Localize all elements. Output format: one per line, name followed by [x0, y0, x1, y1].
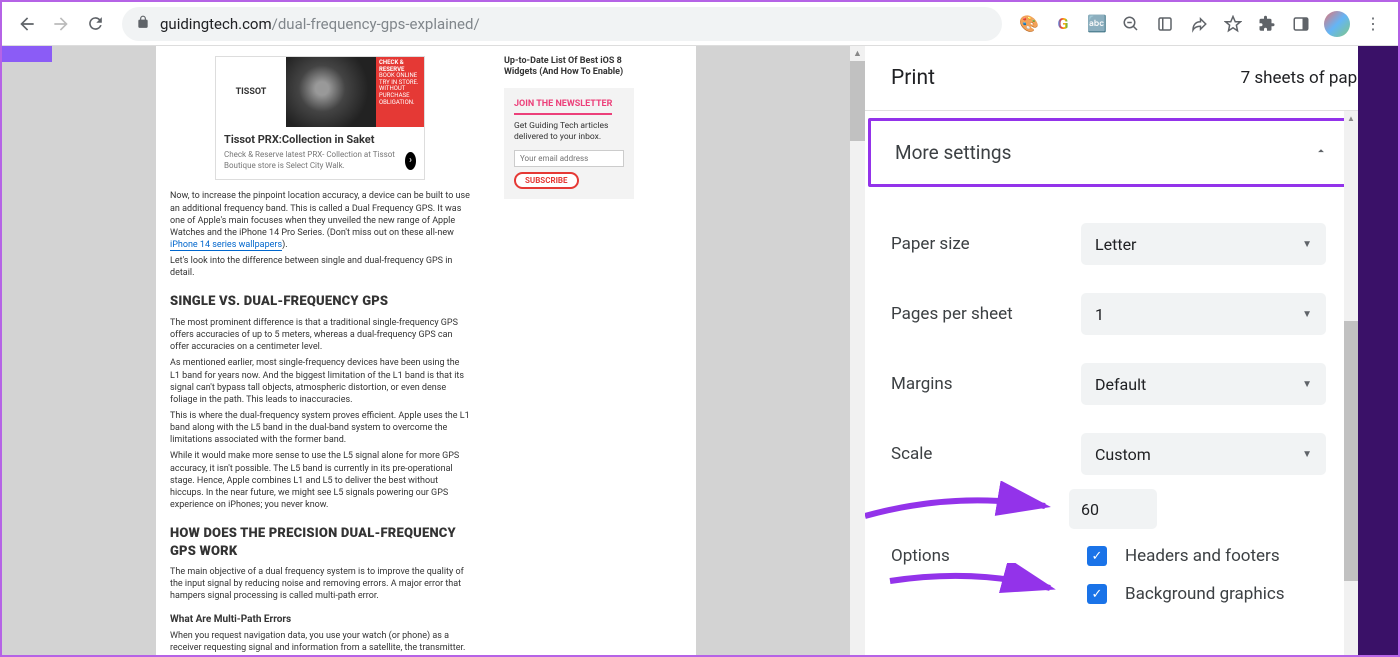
translate-icon[interactable]: 🔤: [1086, 13, 1108, 35]
scroll-up-icon[interactable]: ▲: [1344, 111, 1358, 125]
para-8: When you request navigation data, you us…: [170, 630, 470, 655]
para-6: While it would make more sense to use th…: [170, 450, 470, 511]
sidepanel-icon[interactable]: [1290, 13, 1312, 35]
ad-logo: TISSOT: [216, 57, 286, 127]
back-button[interactable]: [10, 7, 44, 41]
scale-value-input[interactable]: [1069, 489, 1157, 529]
preview-scrollbar[interactable]: ▲: [850, 46, 865, 655]
options-row-1: Options ✓ Headers and footers: [865, 537, 1358, 575]
preview-page: TISSOT CHECK & RESERVEBOOK ONLINE TRY IN…: [156, 46, 696, 655]
url-domain: guidingtech.com: [160, 15, 272, 33]
newsletter-box: JOIN THE NEWSLETTER Get Guiding Tech art…: [504, 88, 634, 199]
profile-avatar[interactable]: [1324, 11, 1350, 37]
heading-single-dual: SINGLE VS. DUAL-FREQUENCY GPS: [170, 293, 470, 311]
lock-icon: [136, 15, 150, 33]
headers-footers-checkbox[interactable]: ✓: [1087, 546, 1107, 566]
decor-left: [2, 46, 52, 62]
para-2: Let's look into the difference between s…: [170, 255, 470, 279]
star-icon[interactable]: [1222, 13, 1244, 35]
reload-button[interactable]: [78, 7, 112, 41]
para-5: This is where the dual-frequency system …: [170, 410, 470, 446]
dropdown-icon: ▼: [1302, 379, 1312, 390]
more-settings-label: More settings: [895, 141, 1011, 164]
options-row-2: ✓ Background graphics: [865, 575, 1358, 613]
print-preview: TISSOT CHECK & RESERVEBOOK ONLINE TRY IN…: [2, 46, 850, 655]
newsletter-subscribe-button[interactable]: SUBSCRIBE: [514, 172, 579, 189]
pages-per-sheet-row: Pages per sheet 1 ▼: [865, 279, 1358, 349]
panel-scrollbar[interactable]: ▲: [1344, 111, 1358, 655]
para-7: The main objective of a dual frequency s…: [170, 566, 470, 602]
newsletter-heading: JOIN THE NEWSLETTER: [514, 98, 612, 115]
dropdown-icon: ▼: [1302, 449, 1312, 460]
google-icon[interactable]: G: [1052, 13, 1074, 35]
heading-multipath: What Are Multi-Path Errors: [170, 613, 470, 627]
sheet-count: 7 sheets of paper: [1241, 68, 1372, 88]
print-dialog: Print 7 sheets of paper ▲ More settings …: [865, 46, 1398, 655]
ad-arrow-icon: ›: [405, 152, 416, 170]
scroll-up-icon[interactable]: ▲: [850, 46, 865, 61]
newsletter-email-input[interactable]: [514, 150, 624, 167]
margins-row: Margins Default ▼: [865, 349, 1358, 419]
browser-toolbar: guidingtech.com/dual-frequency-gps-expla…: [2, 2, 1398, 46]
ad-card: TISSOT CHECK & RESERVEBOOK ONLINE TRY IN…: [215, 56, 425, 180]
pages-per-sheet-label: Pages per sheet: [891, 304, 1069, 324]
ad-subtitle: Check & Reserve latest PRX- Collection a…: [224, 150, 405, 172]
paper-size-label: Paper size: [891, 234, 1069, 254]
panel-scroll-thumb[interactable]: [1344, 321, 1358, 581]
address-bar[interactable]: guidingtech.com/dual-frequency-gps-expla…: [122, 7, 1002, 41]
scale-row: Scale Custom ▼: [865, 419, 1358, 489]
paper-size-select[interactable]: Letter ▼: [1081, 223, 1326, 265]
share-icon[interactable]: [1188, 13, 1210, 35]
forward-button[interactable]: [44, 7, 78, 41]
headers-footers-label: Headers and footers: [1125, 546, 1280, 566]
para-4: As mentioned earlier, most single-freque…: [170, 357, 470, 406]
heading-how-works: HOW DOES THE PRECISION DUAL-FREQUENCY GP…: [170, 525, 470, 560]
more-settings-toggle[interactable]: More settings: [871, 121, 1352, 184]
ext-icon-1[interactable]: 🎨: [1018, 13, 1040, 35]
newsletter-text: Get Guiding Tech articles delivered to y…: [514, 121, 624, 144]
ad-title: Tissot PRX:Collection in Saket: [216, 127, 424, 150]
chevron-up-icon: [1314, 143, 1328, 162]
scale-select[interactable]: Custom ▼: [1081, 433, 1326, 475]
sidebar-article-title: Up-to-Date List Of Best iOS 8 Widgets (A…: [504, 56, 639, 78]
paper-size-row: Paper size Letter ▼: [865, 209, 1358, 279]
menu-icon[interactable]: ⋮: [1362, 13, 1384, 35]
extension-icons: 🎨 G 🔤 ⋮: [1012, 11, 1390, 37]
print-header: Print 7 sheets of paper: [865, 46, 1398, 111]
preview-scroll-thumb[interactable]: [850, 61, 865, 141]
para-1: Now, to increase the pinpoint location a…: [170, 190, 470, 251]
scale-label: Scale: [891, 444, 1069, 464]
print-title: Print: [891, 66, 935, 90]
background-graphics-checkbox[interactable]: ✓: [1087, 584, 1107, 604]
more-settings-highlight: More settings: [868, 118, 1355, 187]
dropdown-icon: ▼: [1302, 309, 1312, 320]
para-3: The most prominent difference is that a …: [170, 317, 470, 353]
annotation-arrow-1: [865, 481, 1065, 536]
background-graphics-label: Background graphics: [1125, 584, 1285, 604]
ad-red-box: CHECK & RESERVEBOOK ONLINE TRY IN STORE.…: [376, 57, 424, 127]
ad-image: [286, 57, 376, 127]
dropdown-icon: ▼: [1302, 239, 1312, 250]
extensions-icon[interactable]: [1256, 13, 1278, 35]
url-path: /dual-frequency-gps-explained/: [272, 15, 480, 33]
margins-select[interactable]: Default ▼: [1081, 363, 1326, 405]
reader-icon[interactable]: [1154, 13, 1176, 35]
options-label: Options: [891, 546, 1069, 566]
pages-per-sheet-select[interactable]: 1 ▼: [1081, 293, 1326, 335]
zoom-out-icon[interactable]: [1120, 13, 1142, 35]
margins-label: Margins: [891, 374, 1069, 394]
